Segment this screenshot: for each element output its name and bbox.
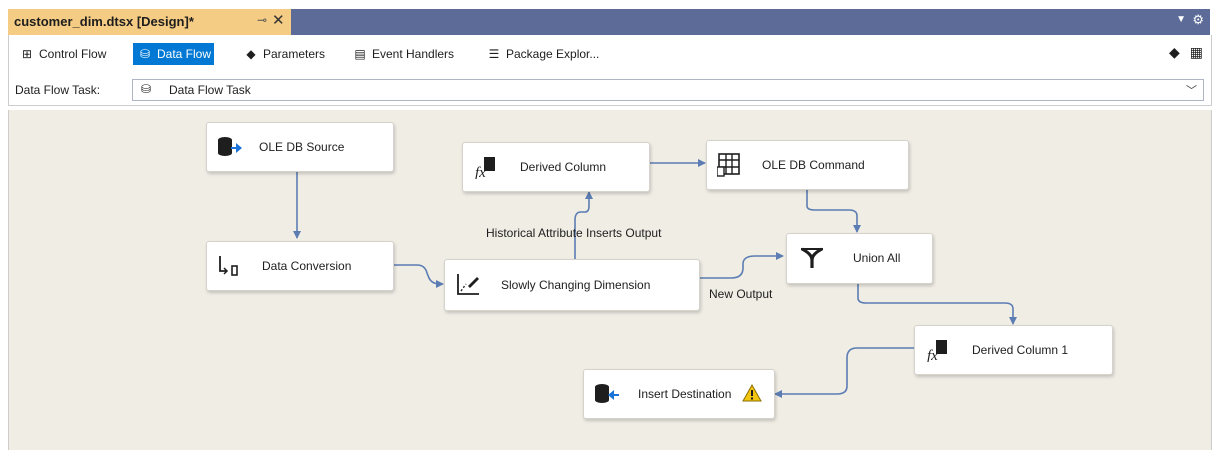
insert-destination-node[interactable]: Insert Destination	[583, 369, 775, 419]
tab-parameters[interactable]: ◆ Parameters	[239, 43, 328, 65]
derived-column-icon: fx	[927, 340, 947, 362]
tab-event-handlers[interactable]: ▤ Event Handlers	[348, 43, 457, 65]
union-all-icon	[801, 247, 823, 268]
close-icon[interactable]: ✕	[272, 11, 285, 29]
task-selector-row: Data Flow Task: ⛁ Data Flow Task ﹀	[8, 75, 1212, 106]
tab-list-dropdown-icon[interactable]: ▼	[1176, 14, 1186, 25]
data-conversion-node[interactable]: Data Conversion	[206, 241, 394, 291]
svg-text:fx: fx	[927, 348, 938, 362]
toolbox-icon[interactable]: ▦	[1190, 44, 1203, 60]
derived-column-1-node[interactable]: fx Derived Column 1	[914, 325, 1113, 375]
tab-data-flow[interactable]: ⛁ Data Flow	[133, 43, 215, 65]
document-tab-title: customer_dim.dtsx [Design]*	[14, 14, 194, 29]
node-label: Union All	[853, 251, 901, 265]
ole-db-destination-icon	[595, 384, 619, 403]
package-explorer-icon: ☰	[488, 47, 500, 61]
slowly-changing-dimension-icon	[457, 274, 479, 295]
data-flow-task-icon: ⛁	[141, 82, 152, 96]
node-label: Derived Column 1	[972, 343, 1069, 357]
node-label: OLE DB Command	[762, 158, 865, 172]
node-label: Data Conversion	[262, 259, 352, 273]
document-tab[interactable]: customer_dim.dtsx [Design]* ⊸ ✕	[8, 9, 291, 35]
warning-icon[interactable]	[742, 384, 762, 402]
designer-toolbar-icons: ◆ ▦	[1159, 44, 1203, 61]
ole-db-command-node[interactable]: OLE DB Command	[706, 140, 909, 190]
path-derived1-to-destination	[774, 347, 915, 398]
historical-inserts-path-label[interactable]: Historical Attribute Inserts Output	[486, 226, 661, 240]
tab-label: Parameters	[263, 47, 326, 61]
task-dropdown-value: Data Flow Task	[169, 83, 251, 97]
new-output-path-label[interactable]: New Output	[709, 287, 772, 301]
union-all-node[interactable]: Union All	[786, 233, 933, 284]
variables-icon[interactable]: ◆	[1169, 44, 1180, 60]
ole-db-command-icon	[717, 153, 740, 177]
task-dropdown[interactable]: ⛁ Data Flow Task ﹀	[132, 79, 1204, 101]
data-conversion-icon	[219, 256, 238, 276]
pin-icon[interactable]: ⊸	[257, 13, 267, 27]
slowly-changing-dimension-node[interactable]: Slowly Changing Dimension	[444, 259, 700, 311]
derived-column-node[interactable]: fx Derived Column	[462, 142, 650, 192]
path-command-to-union	[806, 188, 861, 233]
tab-label: Package Explor...	[506, 47, 600, 61]
document-tab-strip: customer_dim.dtsx [Design]* ⊸ ✕ ▼ ⚙	[8, 9, 1210, 35]
gear-icon[interactable]: ⚙	[1192, 12, 1204, 28]
ssis-designer-window: customer_dim.dtsx [Design]* ⊸ ✕ ▼ ⚙ ⊞ Con…	[0, 0, 1218, 450]
parameters-icon: ◆	[246, 47, 256, 61]
tab-label: Event Handlers	[372, 47, 455, 61]
path-conversion-to-scd	[393, 264, 444, 288]
tab-label: Control Flow	[39, 47, 107, 61]
designer-tabs: ⊞ Control Flow ⛁ Data Flow ◆ Parameters ▤ Ev…	[8, 35, 1212, 75]
tab-label: Data Flow	[157, 47, 212, 61]
path-union-to-derived1	[857, 282, 1017, 325]
task-label: Data Flow Task:	[15, 83, 101, 97]
node-label: Insert Destination	[638, 387, 732, 401]
chevron-down-icon[interactable]: ﹀	[1186, 82, 1197, 98]
tab-control-flow[interactable]: ⊞ Control Flow	[15, 43, 109, 65]
node-label: Slowly Changing Dimension	[501, 278, 651, 292]
data-flow-canvas[interactable]: OLE DB Source Data Conversion fx Derived…	[8, 110, 1212, 450]
svg-text:fx: fx	[475, 165, 486, 179]
ole-db-source-node[interactable]: OLE DB Source	[206, 122, 394, 172]
control-flow-icon: ⊞	[21, 47, 33, 61]
event-handlers-icon: ▤	[354, 47, 366, 61]
node-label: Derived Column	[520, 160, 607, 174]
node-label: OLE DB Source	[259, 140, 345, 154]
tab-package-explorer[interactable]: ☰ Package Explor...	[482, 43, 602, 65]
path-scd-to-union	[699, 252, 784, 279]
data-flow-icon: ⛁	[139, 47, 151, 61]
ole-db-source-icon	[218, 137, 242, 156]
derived-column-icon: fx	[475, 157, 495, 179]
